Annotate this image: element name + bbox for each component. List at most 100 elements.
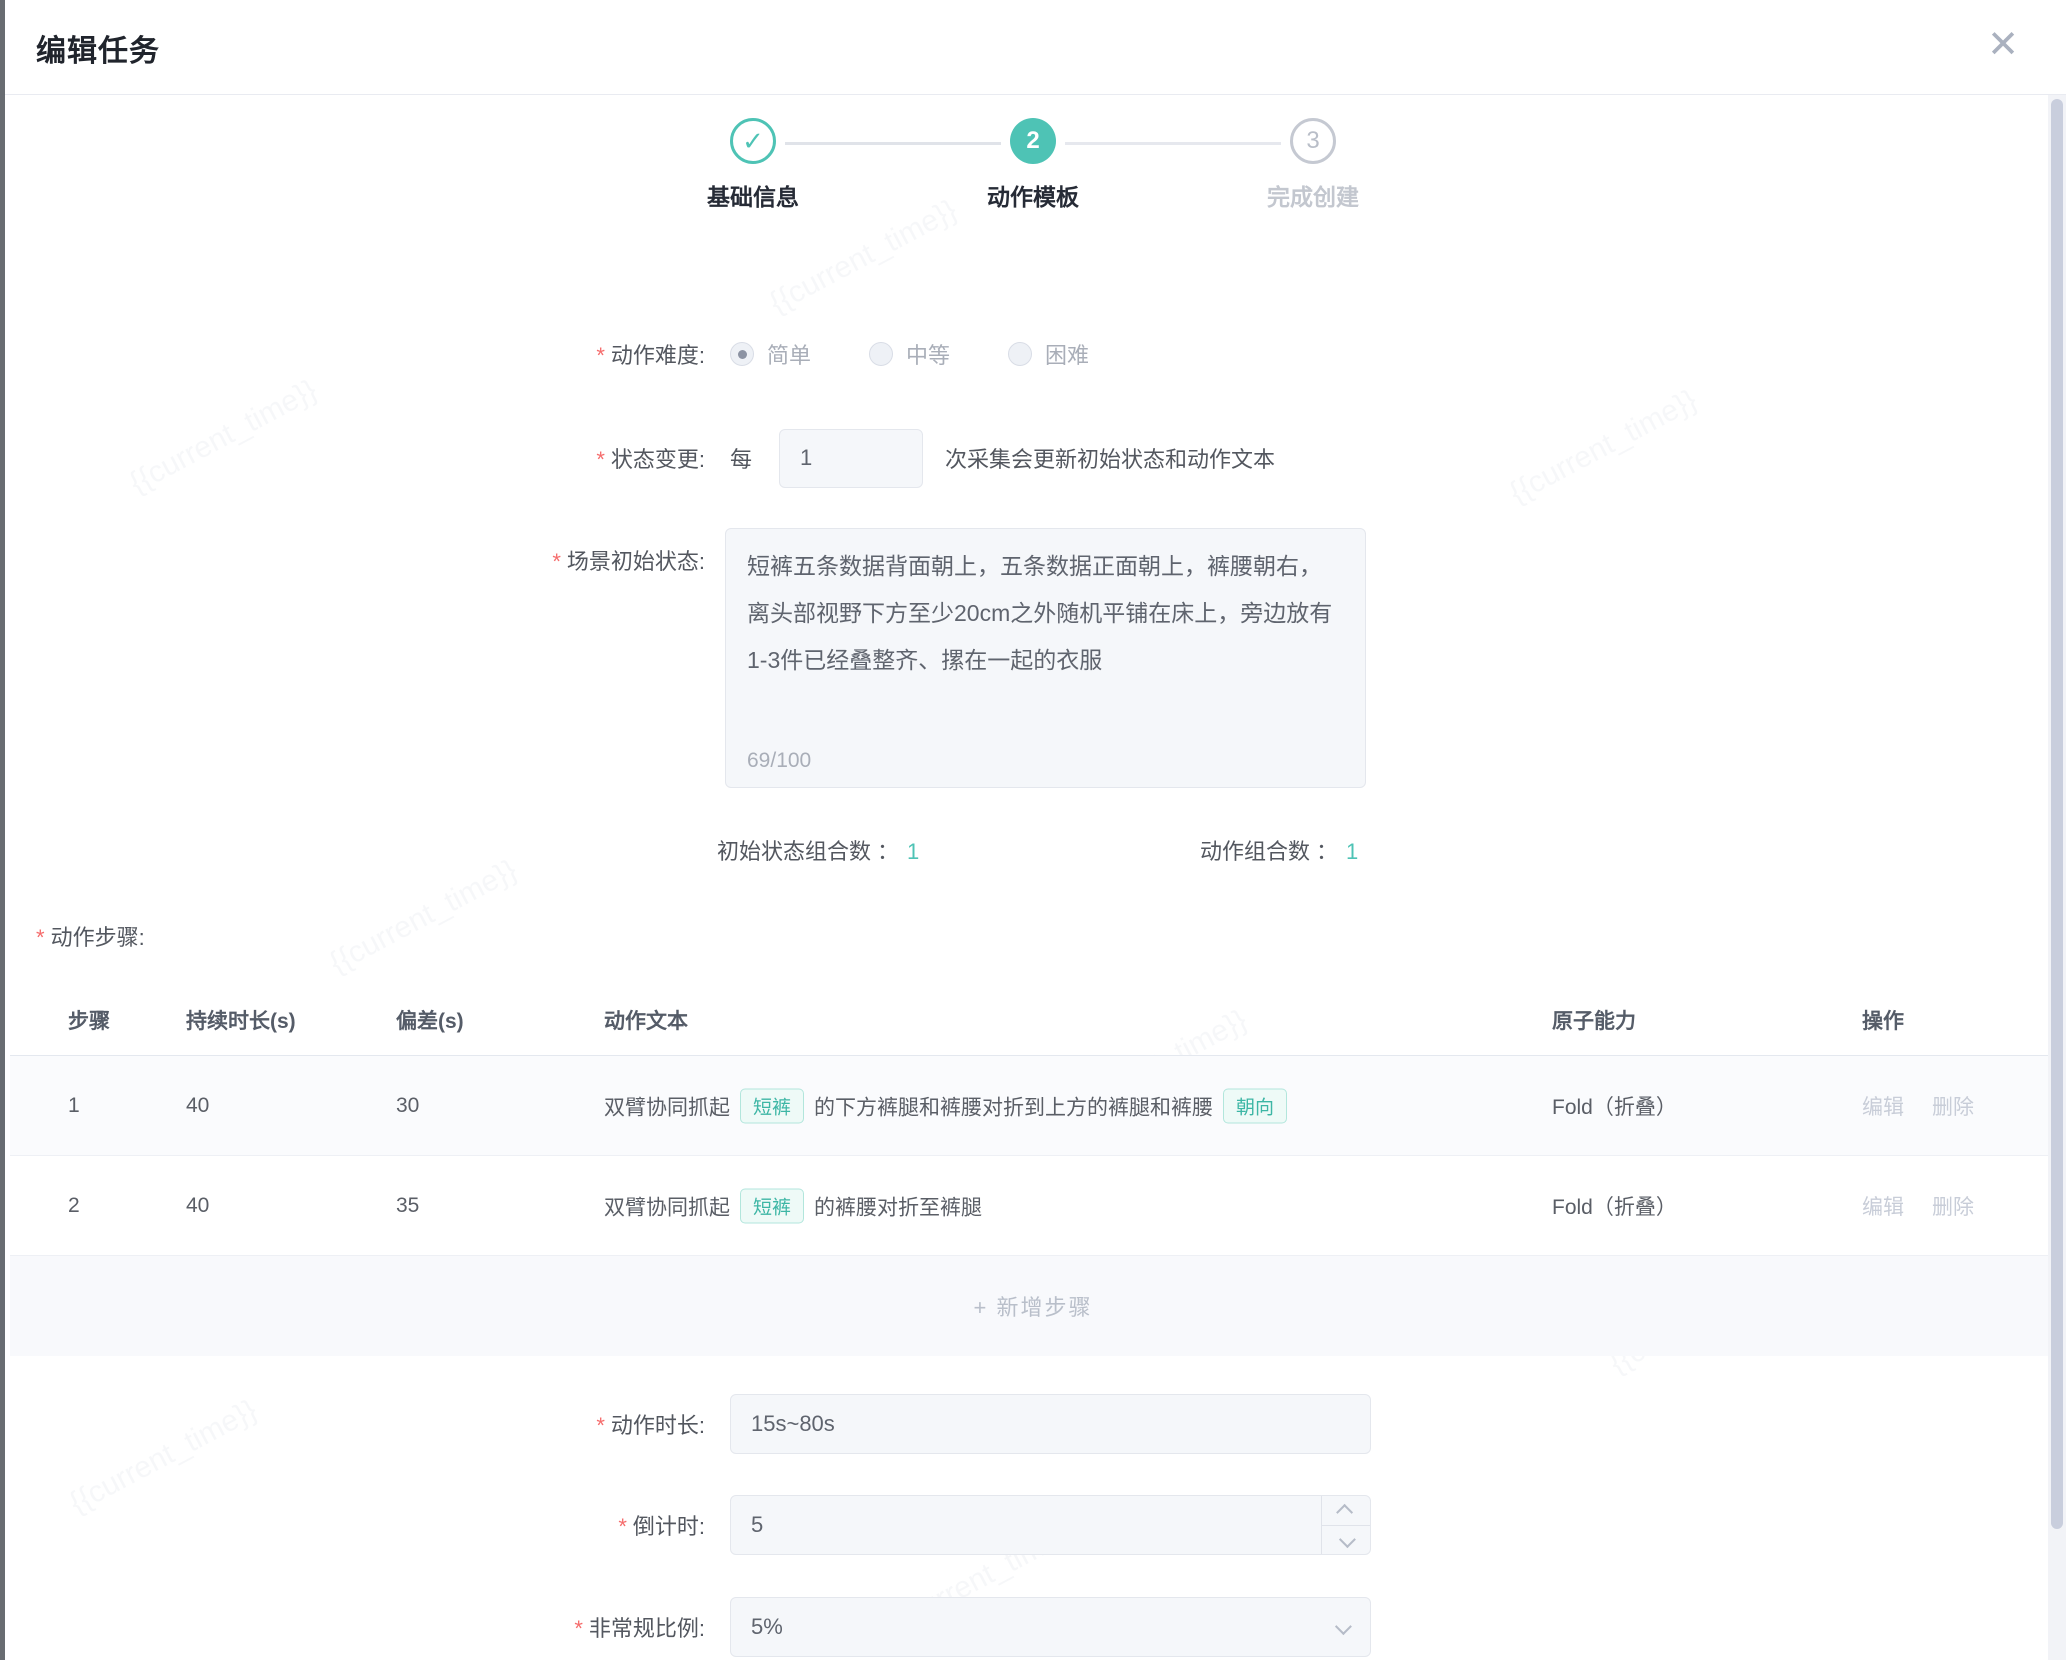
step-basic-info: ✓ 基础信息	[613, 118, 893, 212]
required-asterisk: *	[36, 925, 45, 950]
state-change-suffix: 次采集会更新初始状态和动作文本	[945, 442, 1275, 474]
unusual-ratio-select[interactable]: 5%	[730, 1597, 1371, 1657]
step-number: 2	[1010, 118, 1056, 164]
cell-action-text: 双臂协同抓起短裤的下方裤腿和裤腰对折到上方的裤腿和裤腰朝向	[604, 1088, 1297, 1123]
cell-operation: 编辑 删除	[1862, 1191, 2002, 1221]
radio-dot	[738, 350, 747, 359]
countdown-spinner	[1321, 1496, 1370, 1554]
radio-option-medium[interactable]: 中等	[869, 338, 950, 370]
step-label: 完成创建	[1173, 178, 1453, 212]
state-change-input[interactable]: 1	[779, 429, 923, 488]
chevron-up-icon	[1336, 1503, 1353, 1520]
dialog-header: 编辑任务 ✕	[5, 0, 2066, 95]
initial-state-label: *场景初始状态:	[5, 544, 705, 576]
radio-label: 困难	[1045, 338, 1089, 370]
initial-state-textarea[interactable]: 短裤五条数据背面朝上，五条数据正面朝上，裤腰朝右，离头部视野下方至少20cm之外…	[725, 528, 1366, 788]
header-cell-operation: 操作	[1862, 1005, 1904, 1035]
add-step-button[interactable]: + 新增步骤	[974, 1290, 1093, 1322]
radio-label: 中等	[906, 338, 950, 370]
difficulty-radio-group: 简单 中等 困难	[730, 338, 1089, 370]
action-duration-label: *动作时长:	[5, 1408, 705, 1440]
required-asterisk: *	[574, 1616, 583, 1641]
watermark: {{current_time}}	[324, 853, 523, 980]
edit-link[interactable]: 编辑	[1862, 1096, 1904, 1119]
action-combo-value: 1	[1346, 839, 1358, 864]
required-asterisk: *	[618, 1514, 627, 1539]
countdown-row: *倒计时: 5	[5, 1495, 1371, 1555]
radio-unselected-icon	[869, 342, 893, 366]
steps-table: 步骤 持续时长(s) 偏差(s) 动作文本 原子能力 操作 1 40 30 双臂…	[10, 985, 2056, 1356]
state-change-prefix: 每	[730, 442, 752, 474]
action-duration-row: *动作时长: 15s~80s	[5, 1394, 1371, 1454]
difficulty-row: *动作难度: 简单 中等 困难	[5, 330, 1089, 378]
scrollbar-thumb[interactable]	[2051, 99, 2063, 1529]
scrollbar-track	[2048, 95, 2066, 1660]
initial-combo-count: 初始状态组合数：1	[717, 834, 919, 866]
delete-link[interactable]: 删除	[1932, 1196, 1974, 1219]
initial-state-label-row: *场景初始状态:	[5, 540, 705, 580]
dialog-title: 编辑任务	[36, 26, 160, 70]
header-cell-deviation: 偏差(s)	[396, 1005, 464, 1035]
chevron-down-icon	[1339, 1531, 1356, 1548]
header-cell-ability: 原子能力	[1552, 1005, 1636, 1035]
required-asterisk: *	[596, 1413, 605, 1438]
direction-tag: 朝向	[1223, 1088, 1287, 1123]
radio-selected-icon	[730, 342, 754, 366]
char-counter: 69/100	[747, 749, 811, 773]
object-tag: 短裤	[740, 1088, 804, 1123]
action-combo-count: 动作组合数：1	[1200, 834, 1358, 866]
cell-ability: Fold（折叠）	[1552, 1191, 1677, 1221]
decrease-button[interactable]	[1322, 1526, 1370, 1555]
object-tag: 短裤	[740, 1188, 804, 1223]
radio-label: 简单	[767, 338, 811, 370]
action-steps-label: *动作步骤:	[36, 920, 145, 952]
radio-unselected-icon	[1008, 342, 1032, 366]
unusual-ratio-row: *非常规比例: 5%	[5, 1597, 1371, 1657]
watermark: {{current_time}}	[1504, 383, 1703, 510]
cell-duration: 40	[186, 1094, 209, 1118]
step-finish-create: 3 完成创建	[1173, 118, 1453, 212]
cell-deviation: 35	[396, 1194, 419, 1218]
stepper: ✓ 基础信息 2 动作模板 3 完成创建	[613, 118, 1453, 238]
action-duration-input[interactable]: 15s~80s	[730, 1394, 1371, 1454]
cell-step: 1	[68, 1094, 80, 1118]
step-number: 3	[1290, 118, 1336, 164]
difficulty-label: *动作难度:	[5, 338, 705, 370]
required-asterisk: *	[596, 343, 605, 368]
cell-ability: Fold（折叠）	[1552, 1091, 1677, 1121]
chevron-down-icon	[1335, 1618, 1352, 1635]
step-label: 基础信息	[613, 178, 893, 212]
edit-link[interactable]: 编辑	[1862, 1196, 1904, 1219]
header-cell-duration: 持续时长(s)	[186, 1005, 296, 1035]
state-change-row: *状态变更: 每 1 次采集会更新初始状态和动作文本	[5, 428, 1275, 488]
step-action-template: 2 动作模板	[893, 118, 1173, 212]
page-edge	[0, 0, 5, 1660]
header-cell-step: 步骤	[68, 1005, 110, 1035]
countdown-label: *倒计时:	[5, 1509, 705, 1541]
increase-button[interactable]	[1322, 1496, 1370, 1526]
step-label: 动作模板	[893, 178, 1173, 212]
radio-option-easy[interactable]: 简单	[730, 338, 811, 370]
table-row: 1 40 30 双臂协同抓起短裤的下方裤腿和裤腰对折到上方的裤腿和裤腰朝向 Fo…	[10, 1056, 2056, 1156]
countdown-input[interactable]: 5	[730, 1495, 1371, 1555]
cell-step: 2	[68, 1194, 80, 1218]
table-header: 步骤 持续时长(s) 偏差(s) 动作文本 原子能力 操作	[10, 985, 2056, 1056]
close-icon[interactable]: ✕	[1980, 22, 2026, 68]
edit-task-dialog: {{current_time}} {{current_time}} {{curr…	[0, 0, 2066, 1660]
add-step-row: + 新增步骤	[10, 1256, 2056, 1356]
required-asterisk: *	[596, 447, 605, 472]
cell-action-text: 双臂协同抓起短裤的裤腰对折至裤腿	[604, 1188, 982, 1223]
header-cell-action-text: 动作文本	[604, 1005, 688, 1035]
delete-link[interactable]: 删除	[1932, 1096, 1974, 1119]
initial-combo-value: 1	[907, 839, 919, 864]
initial-state-text: 短裤五条数据背面朝上，五条数据正面朝上，裤腰朝右，离头部视野下方至少20cm之外…	[747, 543, 1344, 684]
table-row: 2 40 35 双臂协同抓起短裤的裤腰对折至裤腿 Fold（折叠） 编辑 删除	[10, 1156, 2056, 1256]
required-asterisk: *	[552, 549, 561, 574]
cell-duration: 40	[186, 1194, 209, 1218]
check-icon: ✓	[730, 118, 776, 164]
state-change-label: *状态变更:	[5, 442, 705, 474]
radio-option-hard[interactable]: 困难	[1008, 338, 1089, 370]
unusual-ratio-label: *非常规比例:	[5, 1611, 705, 1643]
cell-operation: 编辑 删除	[1862, 1091, 2002, 1121]
cell-deviation: 30	[396, 1094, 419, 1118]
